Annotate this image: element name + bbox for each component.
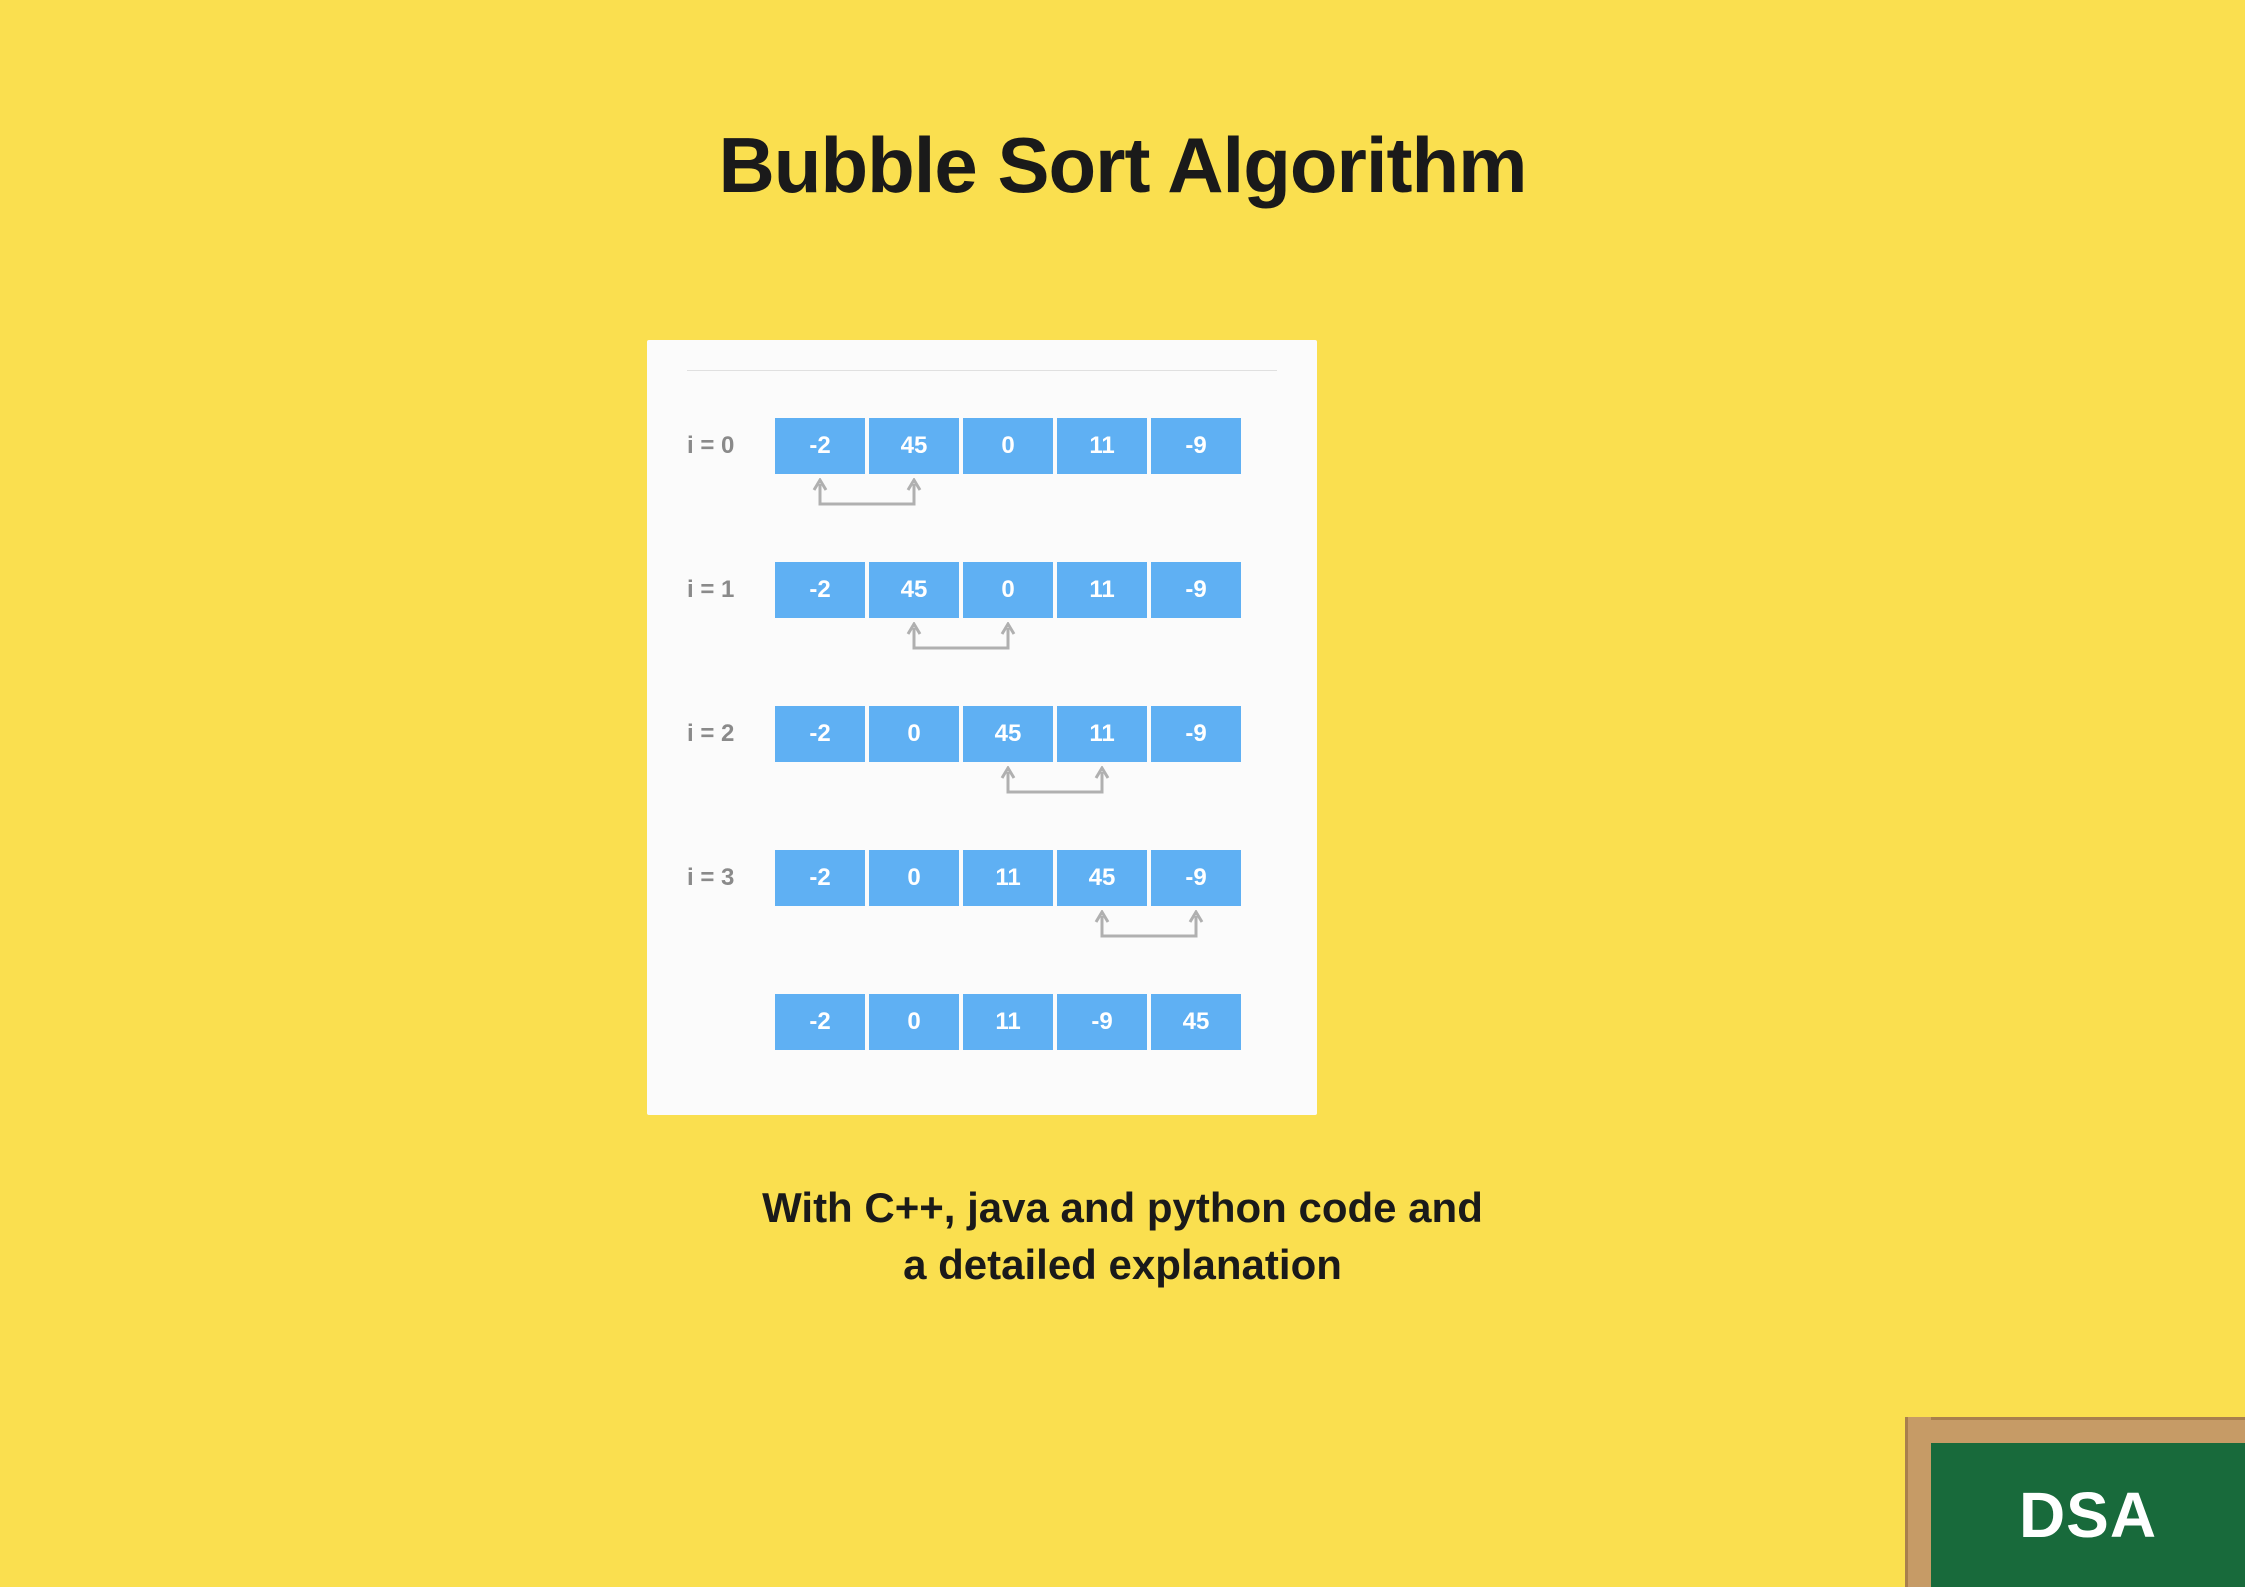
swap-arrow-icon <box>775 478 1245 518</box>
swap-arrow <box>775 622 1277 662</box>
step-label: i = 0 <box>687 432 775 460</box>
array-cell: 11 <box>963 994 1053 1050</box>
step-row: i = 1-245011-9 <box>687 562 1277 618</box>
array-cell: 11 <box>1057 562 1147 618</box>
diagram-panel: i = 0-245011-9i = 1-245011-9i = 2-204511… <box>647 340 1317 1115</box>
swap-arrow-icon <box>775 910 1245 950</box>
page-title: Bubble Sort Algorithm <box>0 120 2245 211</box>
array-cell: 0 <box>869 706 959 762</box>
subtitle-line-1: With C++, java and python code and <box>762 1184 1483 1231</box>
cell-group: -245011-9 <box>775 562 1241 618</box>
swap-arrow <box>775 910 1277 950</box>
array-cell: 11 <box>1057 706 1147 762</box>
swap-arrow <box>775 766 1277 806</box>
subtitle-line-2: a detailed explanation <box>903 1241 1342 1288</box>
step-row: i = 3-201145-9 <box>687 850 1277 906</box>
cell-group: -204511-9 <box>775 706 1241 762</box>
cell-group: -201145-9 <box>775 850 1241 906</box>
badge-text: DSA <box>2019 1478 2157 1552</box>
array-cell: 0 <box>869 850 959 906</box>
array-cell: 45 <box>869 418 959 474</box>
array-cell: 45 <box>1151 994 1241 1050</box>
array-cell: -2 <box>775 562 865 618</box>
array-cell: -9 <box>1151 850 1241 906</box>
array-cell: -9 <box>1151 418 1241 474</box>
dsa-badge-board: DSA <box>1905 1417 2245 1587</box>
array-cell: 0 <box>869 994 959 1050</box>
array-cell: -2 <box>775 850 865 906</box>
cell-group: -245011-9 <box>775 418 1241 474</box>
array-cell: 45 <box>869 562 959 618</box>
array-cell: -2 <box>775 418 865 474</box>
step-label: i = 1 <box>687 576 775 604</box>
array-cell: -9 <box>1057 994 1147 1050</box>
array-cell: 11 <box>1057 418 1147 474</box>
subtitle: With C++, java and python code and a det… <box>0 1180 2245 1293</box>
array-cell: -2 <box>775 994 865 1050</box>
swap-arrow-icon <box>775 622 1245 662</box>
array-cell: -9 <box>1151 706 1241 762</box>
array-cell: 0 <box>963 562 1053 618</box>
step-row: -2011-945 <box>687 994 1277 1050</box>
array-cell: -2 <box>775 706 865 762</box>
array-cell: 0 <box>963 418 1053 474</box>
array-cell: 45 <box>1057 850 1147 906</box>
swap-arrow <box>775 478 1277 518</box>
step-row: i = 0-245011-9 <box>687 418 1277 474</box>
step-label: i = 2 <box>687 720 775 748</box>
swap-arrow-icon <box>775 766 1245 806</box>
board-frame-left <box>1905 1417 1931 1587</box>
step-row: i = 2-204511-9 <box>687 706 1277 762</box>
divider <box>687 370 1277 371</box>
board-frame-top <box>1905 1417 2245 1443</box>
array-cell: -9 <box>1151 562 1241 618</box>
cell-group: -2011-945 <box>775 994 1241 1050</box>
array-cell: 45 <box>963 706 1053 762</box>
step-label: i = 3 <box>687 864 775 892</box>
board-surface: DSA <box>1931 1443 2245 1587</box>
array-cell: 11 <box>963 850 1053 906</box>
